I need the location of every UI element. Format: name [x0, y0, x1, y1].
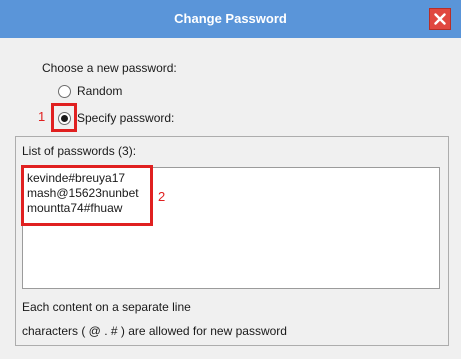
specify-password-label: Specify password:	[77, 111, 175, 125]
password-list-label: List of passwords (3):	[22, 144, 137, 158]
dialog-title: Change Password	[174, 11, 287, 26]
choose-password-label: Choose a new password:	[42, 61, 177, 75]
close-button[interactable]	[429, 8, 451, 30]
annotation-number-1: 1	[38, 109, 46, 124]
change-password-dialog: Change Password Choose a new password: R…	[0, 0, 461, 359]
annotation-number-2: 2	[158, 189, 166, 204]
close-icon	[434, 13, 446, 25]
separate-line-hint: Each content on a separate line	[22, 300, 191, 314]
allowed-characters-hint: characters ( @ . # ) are allowed for new…	[22, 324, 287, 338]
random-label: Random	[77, 84, 123, 98]
random-option[interactable]: Random	[58, 82, 122, 100]
random-radio[interactable]	[58, 84, 71, 98]
annotation-highlight-1	[51, 103, 77, 132]
annotation-highlight-2	[21, 165, 153, 226]
